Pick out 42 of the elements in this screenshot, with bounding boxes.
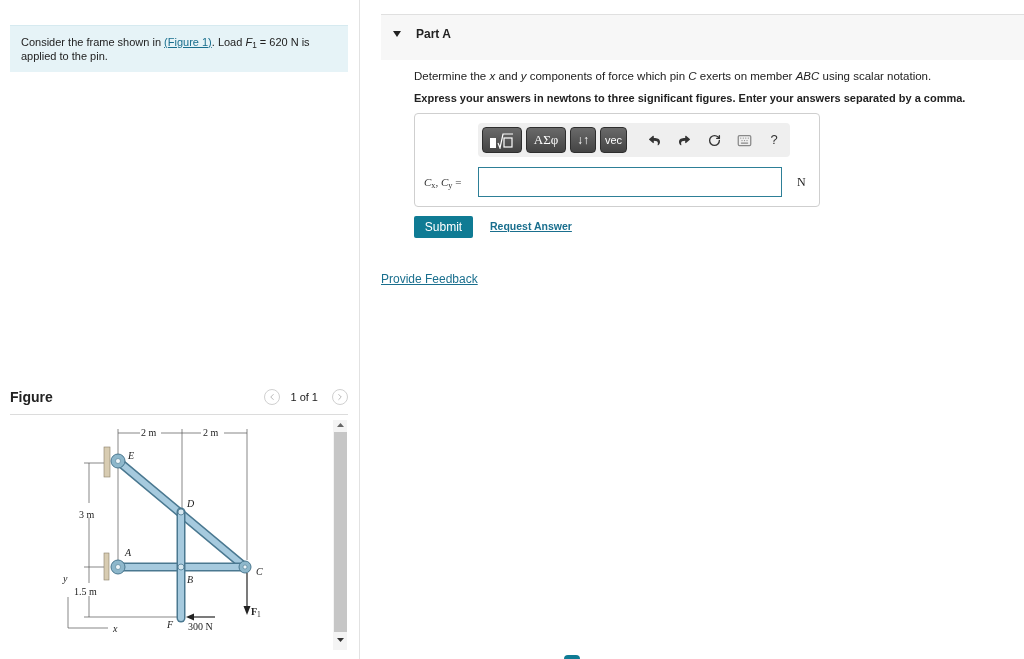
symbol-button[interactable]: vec [600, 127, 627, 153]
point-label: F [167, 619, 174, 630]
part-header[interactable]: Part A [381, 14, 1024, 60]
symbol-button[interactable]: ΑΣφ [526, 127, 566, 153]
dimension-label: 300 N [188, 621, 213, 632]
unit-label: N [797, 174, 806, 191]
scroll-down-icon[interactable] [336, 638, 344, 642]
caret-icon[interactable] [393, 31, 401, 37]
symbol-button[interactable]: ↓↑ [570, 127, 596, 153]
figure-link[interactable]: (Figure 1) [164, 36, 212, 48]
redo-icon [678, 134, 690, 146]
question-text: Determine the x and y components of force which pin C exerts on member ABC using scalar notation. [414, 69, 933, 84]
part-title: Part A [416, 26, 451, 42]
figure-title: Figure [10, 387, 53, 407]
point-label: y [63, 573, 68, 584]
dimension-label: 3 m [79, 509, 95, 520]
template-button[interactable] [482, 127, 522, 153]
keyboard-icon [736, 132, 752, 148]
answer-label: C$_{x}$, C$_{y}$ = [424, 174, 463, 191]
problem-statement: Consider the frame shown in (Figure 1). Load F$_{1}$ = 620 N is applied to the pin. [21, 35, 311, 63]
force-label: F$_{1}$ [251, 606, 261, 617]
chevron-right-icon [335, 392, 345, 402]
point-label: B [187, 574, 194, 585]
request-answer-link[interactable]: Request Answer [490, 219, 572, 235]
page-indicator: 1 of 1 [289, 389, 319, 405]
answer-input[interactable] [478, 167, 782, 197]
point-label: C [256, 566, 263, 577]
point-label: x [113, 623, 118, 634]
undo-icon [648, 134, 660, 146]
dimension-label: 1.5 m [74, 586, 97, 597]
point-label: D [187, 498, 195, 509]
scroll-up-icon[interactable] [336, 423, 344, 427]
reset-icon [707, 133, 721, 147]
dimension-label: 2 m [141, 427, 157, 438]
submit-button[interactable]: Submit [414, 216, 473, 238]
instruction-text: Express your answers in newtons to three significant figures. Enter your answers separated by a comma. [414, 91, 967, 106]
template-icon [489, 131, 515, 149]
dimension-label: 2 m [203, 427, 219, 438]
point-label: A [125, 547, 132, 558]
point-label: E [128, 450, 135, 461]
feedback-link[interactable]: Provide Feedback [381, 271, 478, 287]
help-button[interactable]: ? [759, 127, 789, 153]
